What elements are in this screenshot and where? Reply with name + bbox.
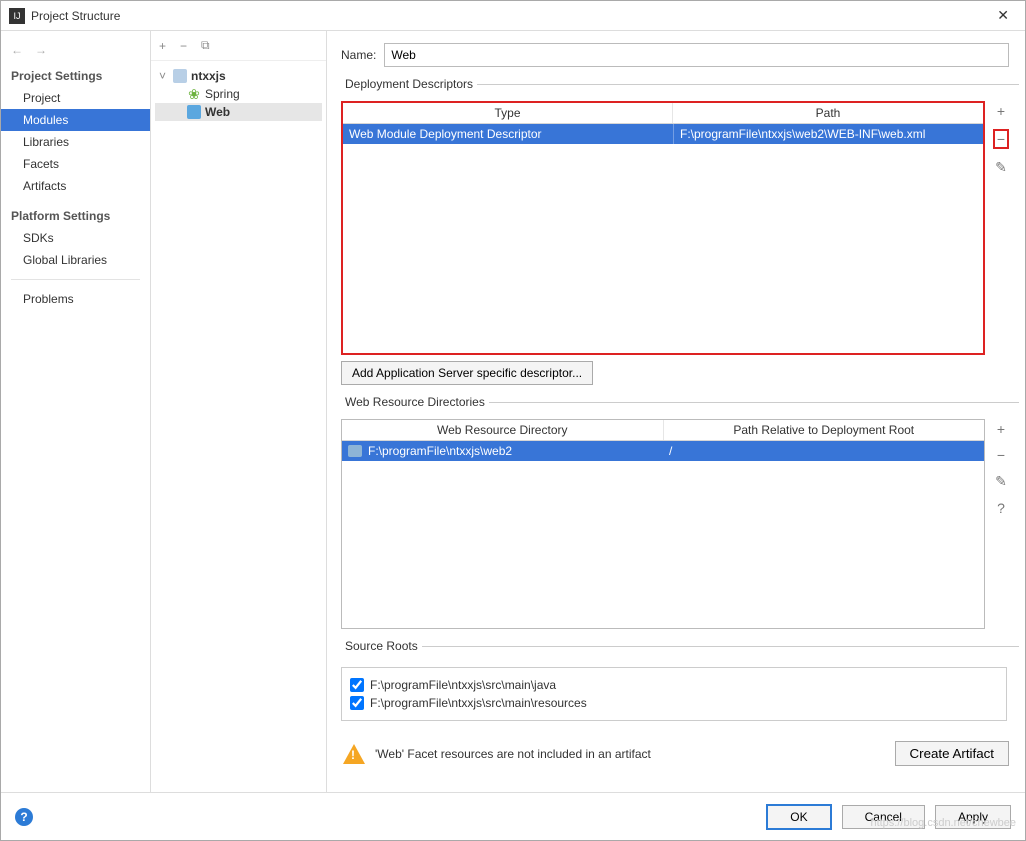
tree-item-label: Web (205, 105, 230, 119)
forward-icon[interactable]: → (35, 43, 47, 57)
ok-button[interactable]: OK (766, 804, 831, 830)
sidebar-item-problems[interactable]: Problems (1, 288, 150, 310)
wr-edit-icon[interactable]: ✎ (995, 473, 1007, 490)
source-root-checkbox[interactable] (350, 696, 364, 710)
dd-header-type: Type (343, 103, 673, 123)
table-row[interactable]: F:\programFile\ntxxjs\web2 / (342, 441, 984, 461)
sidebar-item-artifacts[interactable]: Artifacts (1, 175, 150, 197)
source-root-path: F:\programFile\ntxxjs\src\main\resources (370, 696, 587, 710)
create-artifact-button[interactable]: Create Artifact (895, 741, 1009, 766)
source-root-checkbox[interactable] (350, 678, 364, 692)
platform-settings-header: Platform Settings (1, 205, 150, 227)
sidebar-item-facets[interactable]: Facets (1, 153, 150, 175)
remove-module-icon[interactable]: − (180, 39, 187, 53)
sidebar-item-global-libraries[interactable]: Global Libraries (1, 249, 150, 271)
deployment-descriptors-table[interactable]: Type Path Web Module Deployment Descript… (341, 101, 985, 355)
module-tree-column: + − ⧉ ˅ ntxxjs ❀ Spring Web (151, 31, 327, 792)
spring-icon: ❀ (187, 87, 201, 101)
dd-row-path: F:\programFile\ntxxjs\web2\WEB-INF\web.x… (673, 124, 983, 144)
chevron-down-icon[interactable]: ˅ (159, 69, 169, 83)
add-app-server-descriptor-button[interactable]: Add Application Server specific descript… (341, 361, 593, 385)
sr-legend: Source Roots (341, 639, 422, 653)
close-icon[interactable]: ✕ (989, 3, 1017, 28)
wr-row-dir: F:\programFile\ntxxjs\web2 (342, 441, 663, 461)
apply-button[interactable]: Apply (935, 805, 1011, 829)
module-folder-icon (173, 69, 187, 83)
back-icon[interactable]: ← (11, 43, 23, 57)
dd-remove-icon[interactable]: − (993, 129, 1009, 149)
project-settings-header: Project Settings (1, 65, 150, 87)
source-root-item[interactable]: F:\programFile\ntxxjs\src\main\java (350, 676, 998, 694)
sidebar-item-project[interactable]: Project (1, 87, 150, 109)
wr-legend: Web Resource Directories (341, 395, 489, 409)
wr-remove-icon[interactable]: − (997, 447, 1005, 463)
cancel-button[interactable]: Cancel (842, 805, 925, 829)
wr-header-dir: Web Resource Directory (342, 420, 664, 440)
sidebar-item-sdks[interactable]: SDKs (1, 227, 150, 249)
tree-item-web[interactable]: Web (155, 103, 322, 121)
app-icon: IJ (9, 8, 25, 24)
name-label: Name: (341, 48, 376, 62)
wr-help-icon[interactable]: ? (997, 500, 1005, 516)
copy-module-icon[interactable]: ⧉ (201, 38, 210, 53)
tree-item-spring[interactable]: ❀ Spring (155, 85, 322, 103)
warning-icon (343, 744, 365, 764)
dd-legend: Deployment Descriptors (341, 77, 477, 91)
wr-row-rel: / (663, 441, 984, 461)
sidebar-divider (11, 279, 140, 280)
warning-text: 'Web' Facet resources are not included i… (375, 747, 651, 761)
facet-name-input[interactable] (384, 43, 1009, 67)
help-icon[interactable]: ? (15, 808, 33, 826)
dd-row-type: Web Module Deployment Descriptor (343, 124, 673, 144)
tree-root[interactable]: ˅ ntxxjs (155, 67, 322, 85)
web-icon (187, 105, 201, 119)
folder-icon (348, 445, 362, 457)
sidebar-item-modules[interactable]: Modules (1, 109, 150, 131)
web-resource-directories-fieldset: Web Resource Directories Web Resource Di… (341, 395, 1019, 629)
sidebar-item-libraries[interactable]: Libraries (1, 131, 150, 153)
dd-edit-icon[interactable]: ✎ (995, 159, 1007, 176)
facet-detail-panel: Name: Deployment Descriptors Type Path W… (327, 31, 1025, 792)
settings-sidebar: ← → Project Settings Project Modules Lib… (1, 31, 151, 792)
titlebar: IJ Project Structure ✕ (1, 1, 1025, 31)
source-root-path: F:\programFile\ntxxjs\src\main\java (370, 678, 556, 692)
source-root-item[interactable]: F:\programFile\ntxxjs\src\main\resources (350, 694, 998, 712)
wr-add-icon[interactable]: + (997, 421, 1005, 437)
tree-item-label: Spring (205, 87, 240, 101)
add-module-icon[interactable]: + (159, 39, 166, 53)
window-title: Project Structure (31, 9, 989, 23)
source-roots-fieldset: Source Roots F:\programFile\ntxxjs\src\m… (341, 639, 1019, 721)
tree-root-label: ntxxjs (191, 69, 226, 83)
deployment-descriptors-fieldset: Deployment Descriptors Type Path Web Mod… (341, 77, 1019, 385)
table-row[interactable]: Web Module Deployment Descriptor F:\prog… (343, 124, 983, 144)
dd-header-path: Path (673, 103, 983, 123)
dd-add-icon[interactable]: + (997, 103, 1005, 119)
wr-header-rel: Path Relative to Deployment Root (664, 420, 985, 440)
web-resource-table[interactable]: Web Resource Directory Path Relative to … (341, 419, 985, 629)
